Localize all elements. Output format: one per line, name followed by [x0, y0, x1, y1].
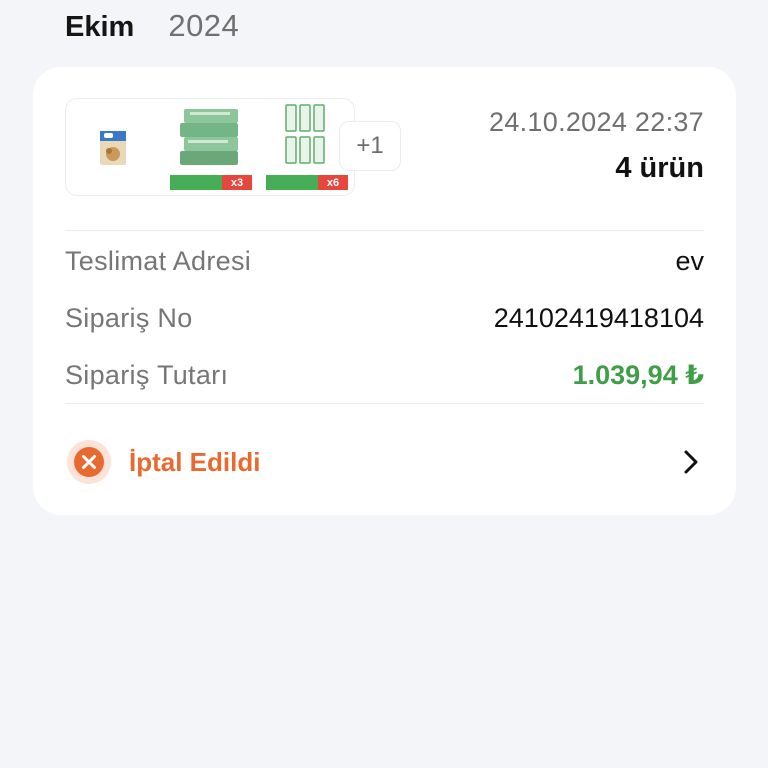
- year-label: 2024: [168, 8, 240, 43]
- chevron-right-icon[interactable]: [678, 447, 704, 477]
- item-count: 4 ürün: [615, 152, 704, 184]
- order-total-label: Sipariş Tutarı: [65, 359, 229, 390]
- delivery-address-label: Teslimat Adresi: [65, 245, 252, 276]
- order-card[interactable]: x3 x6 +1 24.10.2024 22:37 4 ürün Teslima…: [33, 67, 736, 515]
- cancel-circle-icon: [67, 440, 111, 484]
- month-label: Ekim: [65, 11, 135, 43]
- order-number-value: 24102419418104: [493, 302, 704, 333]
- order-datetime: 24.10.2024 22:37: [489, 107, 704, 137]
- order-number-label: Sipariş No: [65, 302, 193, 333]
- quantity-label: x3: [222, 175, 252, 190]
- divider: [65, 403, 704, 404]
- milk-cartons-icon: x6: [266, 99, 348, 195]
- product-tag-label: [266, 175, 318, 190]
- delivery-address-row: Teslimat Adresi ev: [65, 243, 704, 279]
- month-header: Ekim 2024: [65, 8, 239, 48]
- product-tag-label: [170, 175, 222, 190]
- order-total-value: 1.039,94 ₺: [572, 359, 704, 390]
- butter-pack-icon: x3: [170, 99, 252, 195]
- order-status-label: İptal Edildi: [129, 446, 261, 477]
- cereal-box-icon: [94, 99, 144, 195]
- quantity-label: x6: [318, 175, 348, 190]
- quantity-tag: x6: [266, 175, 348, 190]
- divider: [65, 230, 704, 231]
- order-status-row[interactable]: İptal Edildi: [65, 437, 704, 487]
- delivery-address-value: ev: [675, 245, 704, 276]
- quantity-tag: x3: [170, 175, 252, 190]
- order-total-row: Sipariş Tutarı 1.039,94 ₺: [65, 357, 704, 393]
- order-number-row: Sipariş No 24102419418104: [65, 300, 704, 336]
- more-items-badge: +1: [339, 121, 401, 171]
- product-thumbnails: x3 x6: [65, 98, 355, 196]
